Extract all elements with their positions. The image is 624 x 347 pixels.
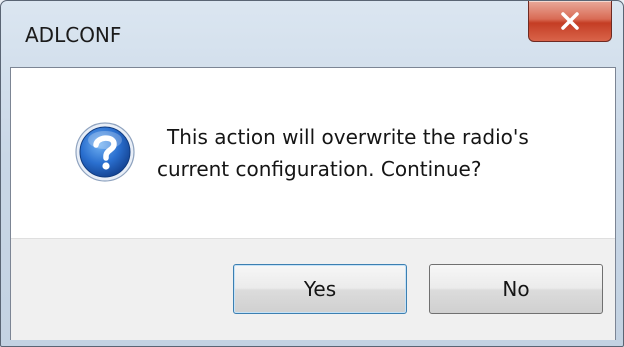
yes-button[interactable]: Yes: [233, 264, 407, 314]
close-button[interactable]: [528, 1, 612, 42]
button-bar: Yes No: [11, 238, 615, 340]
question-icon: [75, 122, 135, 182]
message-line-1: This action will overwrite the radio's: [167, 125, 529, 149]
dialog-message: This action will overwrite the radio's c…: [157, 121, 597, 185]
no-button[interactable]: No: [429, 264, 603, 314]
dialog-client-area: This action will overwrite the radio's c…: [10, 67, 616, 340]
message-line-2: current configuration. Continue?: [157, 157, 482, 181]
title-bar[interactable]: ADLCONF: [1, 1, 623, 67]
message-area: This action will overwrite the radio's c…: [11, 68, 615, 238]
dialog-window: ADLCONF This action will overwrite the r…: [0, 0, 624, 347]
window-title: ADLCONF: [25, 23, 122, 47]
close-x-icon: [561, 12, 579, 30]
